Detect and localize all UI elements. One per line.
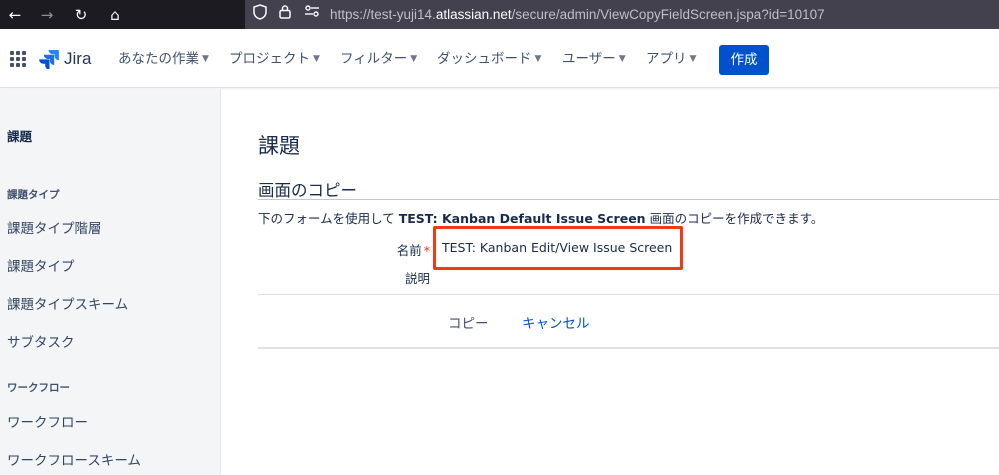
name-label-text: 名前: [396, 243, 422, 258]
description-suffix: 画面のコピーを作成できます。: [645, 211, 824, 226]
menu-label: アプリ: [646, 51, 687, 67]
menu-label: ダッシュボード: [437, 51, 532, 67]
cancel-link[interactable]: キャンセル: [522, 312, 590, 332]
menu-filters[interactable]: フィルター ▼: [340, 47, 417, 71]
chevron-down-icon: ▼: [313, 54, 320, 64]
site-permissions-icon[interactable]: [302, 4, 322, 24]
highlight-annotation: [433, 226, 683, 270]
menu-label: プロジェクト: [229, 51, 310, 67]
shield-icon[interactable]: [250, 4, 270, 24]
sidebar-title: 課題: [7, 129, 33, 144]
jira-header: Jira あなたの作業 ▼ プロジェクト ▼ フィルター ▼ ダッシュボード ▼ ユーザ…: [0, 29, 999, 88]
form-title: 画面のコピー: [258, 181, 357, 200]
reload-icon[interactable]: ↻: [70, 4, 92, 26]
jira-logo-icon: [39, 50, 59, 69]
form-divider: [258, 294, 999, 295]
jira-logo-text: Jira: [64, 49, 92, 68]
chevron-down-icon: ▼: [618, 54, 626, 64]
name-label: 名前 *: [258, 240, 430, 259]
forward-icon[interactable]: →: [36, 4, 58, 26]
url-path: /secure/admin/ViewCopyFieldScreen.jspa?i…: [511, 7, 825, 22]
page-title: 課題: [258, 134, 300, 158]
admin-sidebar: 課題 課題タイプ 課題タイプ階層 課題タイプ 課題タイプスキーム サブタスク ワ…: [0, 89, 221, 475]
chevron-down-icon: ▼: [534, 54, 542, 64]
title-divider: [258, 199, 999, 200]
form-bottom-border: [258, 347, 999, 349]
menu-people[interactable]: ユーザー ▼: [562, 47, 626, 71]
menu-projects[interactable]: プロジェクト ▼: [229, 47, 320, 71]
app-switcher-icon[interactable]: [10, 51, 26, 67]
home-icon[interactable]: ⌂: [104, 4, 126, 26]
description-label: 説明: [404, 271, 430, 286]
description-prefix: 下のフォームを使用して: [258, 211, 399, 226]
chevron-down-icon: ▼: [689, 54, 697, 64]
back-icon[interactable]: ←: [4, 4, 26, 26]
chevron-down-icon: ▼: [202, 54, 209, 64]
sidebar-item-workflows[interactable]: ワークフロー: [7, 411, 88, 431]
menu-label: あなたの作業: [118, 51, 199, 67]
url-text[interactable]: https://test-yuji14.atlassian.net/secure…: [330, 0, 825, 29]
form-description: 下のフォームを使用して TEST: Kanban Default Issue S…: [258, 208, 823, 227]
sidebar-item-issue-types[interactable]: 課題タイプ: [7, 255, 75, 275]
url-prefix: https://test-yuji14.: [330, 7, 436, 22]
menu-label: フィルター: [340, 51, 408, 67]
sidebar-heading-workflows: ワークフロー: [7, 382, 70, 394]
url-host: atlassian.net: [435, 7, 512, 22]
jira-logo[interactable]: Jira: [39, 47, 91, 71]
sidebar-item-workflow-schemes[interactable]: ワークフロースキーム: [7, 449, 141, 469]
required-mark: *: [423, 243, 430, 258]
chevron-down-icon: ▼: [410, 54, 418, 64]
lock-icon[interactable]: [275, 4, 295, 24]
sidebar-item-issue-type-schemes[interactable]: 課題タイプスキーム: [7, 293, 128, 313]
menu-dashboards[interactable]: ダッシュボード ▼: [437, 47, 541, 71]
create-button[interactable]: 作成: [719, 45, 769, 75]
description-field[interactable]: [442, 266, 942, 286]
menu-your-work[interactable]: あなたの作業 ▼: [118, 47, 209, 71]
sidebar-item-subtasks[interactable]: サブタスク: [7, 331, 75, 351]
sidebar-heading-issue-types: 課題タイプ: [7, 189, 60, 201]
menu-label: ユーザー: [562, 51, 616, 67]
description-screen-name: TEST: Kanban Default Issue Screen: [398, 211, 646, 226]
copy-button[interactable]: コピー: [448, 312, 489, 332]
browser-toolbar: ← → ↻ ⌂ https://test-yuji14.atlassian.ne…: [0, 0, 999, 29]
sidebar-item-issue-type-hierarchy[interactable]: 課題タイプ階層: [7, 217, 102, 237]
menu-apps[interactable]: アプリ ▼: [646, 47, 696, 71]
